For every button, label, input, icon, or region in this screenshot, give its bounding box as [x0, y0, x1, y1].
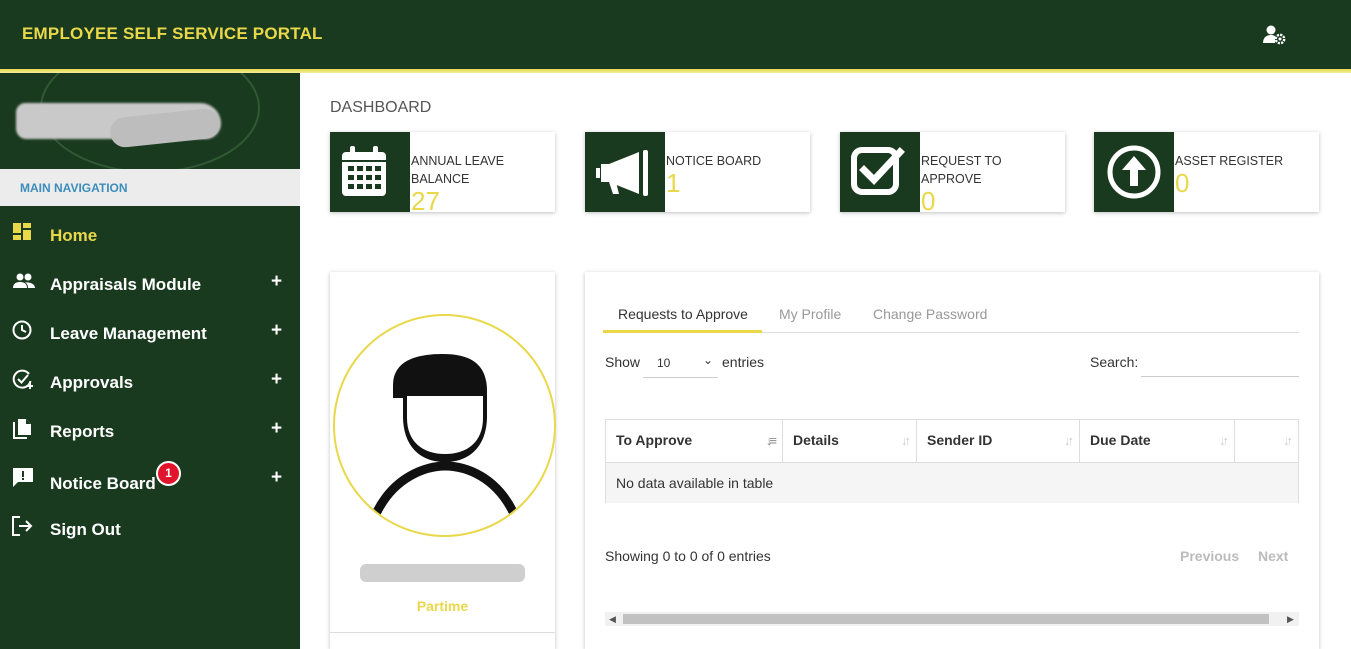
megaphone-icon	[585, 132, 665, 212]
employee-name-redacted	[360, 564, 525, 582]
tile-value: 27	[411, 186, 440, 216]
logo	[0, 73, 300, 169]
nav-header-label: MAIN NAVIGATION	[20, 181, 128, 195]
page-title: DASHBOARD	[330, 99, 432, 116]
chevron-down-icon: ⌄	[703, 353, 714, 367]
top-bar: EMPLOYEE SELF SERVICE PORTAL	[0, 0, 1351, 69]
table-info: Showing 0 to 0 of 0 entries	[605, 548, 771, 564]
tile-notice-board[interactable]: NOTICE BOARD 1	[585, 132, 810, 212]
user-gear-icon[interactable]	[1263, 24, 1287, 46]
employee-role: Partime	[416, 598, 469, 614]
page-size-select[interactable]: 10 ⌄	[643, 351, 718, 378]
scroll-left-icon[interactable]: ◀	[609, 612, 616, 626]
next-button[interactable]: Next	[1258, 548, 1288, 564]
tile-label: ASSET REGISTER	[1175, 154, 1284, 168]
expand-icon[interactable]: +	[271, 418, 282, 440]
tile-asset-register[interactable]: ASSET REGISTER 0	[1094, 132, 1319, 212]
sidebar-item-label: Home	[50, 226, 98, 245]
sidebar-item-approvals[interactable]: Approvals +	[0, 361, 300, 405]
tile-value: 1	[666, 168, 681, 198]
message-alert-icon	[12, 467, 34, 489]
tab-my-profile[interactable]: My Profile	[779, 306, 841, 322]
horizontal-scrollbar[interactable]: ◀ ▶	[605, 612, 1299, 626]
entries-label: entries	[722, 354, 765, 370]
notification-badge: 1	[156, 461, 181, 486]
sidebar-item-label: Approvals	[50, 373, 134, 392]
tile-value: 0	[921, 186, 936, 216]
nav-header: MAIN NAVIGATION	[0, 169, 300, 206]
show-label: Show	[605, 354, 641, 370]
people-icon	[12, 271, 35, 293]
search-input[interactable]	[1141, 349, 1299, 377]
logout-icon	[12, 516, 34, 538]
column-header-details[interactable]: Details ↓↑	[783, 420, 917, 462]
sort-icon: ↓↑	[1064, 433, 1074, 448]
sort-desc-icon: ↓≡	[765, 433, 777, 448]
requests-card: Requests to Approve My Profile Change Pa…	[585, 272, 1319, 649]
documents-icon	[12, 418, 34, 440]
previous-button[interactable]: Previous	[1180, 548, 1239, 564]
sidebar-item-leave[interactable]: Leave Management +	[0, 312, 300, 356]
tile-label: ANNUAL LEAVE BALANCE	[411, 154, 505, 186]
column-header-due-date[interactable]: Due Date ↓↑	[1080, 420, 1235, 462]
scrollbar-thumb[interactable]	[623, 614, 1269, 624]
expand-icon[interactable]: +	[271, 271, 282, 293]
requests-table: To Approve ↓≡ Details ↓↑ Sender ID ↓↑ Du…	[605, 419, 1299, 503]
empty-message: No data available in table	[616, 475, 774, 491]
tile-label: NOTICE BOARD	[666, 154, 762, 168]
divider	[330, 632, 555, 633]
sidebar-item-home[interactable]: Home	[0, 214, 300, 258]
sidebar-item-reports[interactable]: Reports +	[0, 410, 300, 454]
clock-icon	[12, 320, 34, 342]
sidebar-item-sign-out[interactable]: Sign Out	[0, 508, 300, 552]
sidebar-item-label: Leave Management	[50, 324, 207, 343]
sidebar-item-label: Sign Out	[50, 520, 121, 539]
sidebar: MAIN NAVIGATION Home Appraisals Module +…	[0, 73, 300, 649]
upload-circle-icon	[1094, 132, 1174, 212]
avatar	[333, 314, 556, 537]
expand-icon[interactable]: +	[271, 320, 282, 342]
sort-icon: ↓↑	[901, 433, 911, 448]
expand-icon[interactable]: +	[271, 467, 282, 489]
tile-annual-leave[interactable]: ANNUAL LEAVE BALANCE 27	[330, 132, 555, 216]
tab-change-password[interactable]: Change Password	[873, 306, 987, 322]
tab-bar: Requests to Approve My Profile Change Pa…	[603, 300, 1299, 333]
tab-requests-to-approve[interactable]: Requests to Approve	[618, 306, 748, 322]
expand-icon[interactable]: +	[271, 369, 282, 391]
column-header-extra[interactable]: ↓↑	[1235, 420, 1298, 462]
check-circle-icon	[12, 369, 34, 391]
sort-icon: ↓↑	[1283, 433, 1293, 448]
app-title: EMPLOYEE SELF SERVICE PORTAL	[22, 24, 323, 43]
tile-value: 0	[1175, 168, 1190, 198]
sidebar-item-label: Appraisals Module	[50, 275, 202, 294]
page-size-value: 10	[657, 356, 671, 370]
calendar-icon	[330, 132, 410, 212]
sidebar-item-notice-board[interactable]: Notice Board 1 +	[0, 459, 300, 503]
column-header-to-approve[interactable]: To Approve ↓≡	[606, 420, 783, 462]
checkbox-icon	[840, 132, 920, 212]
tile-label: REQUEST TO APPROVE	[921, 154, 1002, 186]
sort-icon: ↓↑	[1219, 433, 1229, 448]
sidebar-item-label: Reports	[50, 422, 115, 441]
profile-card: Partime	[330, 272, 556, 649]
active-tab-indicator	[603, 330, 762, 333]
search-label: Search:	[1090, 354, 1139, 370]
scroll-right-icon[interactable]: ▶	[1287, 612, 1294, 626]
empty-row: No data available in table	[606, 462, 1298, 503]
tile-request-to-approve[interactable]: REQUEST TO APPROVE 0	[840, 132, 1065, 216]
sidebar-item-label: Notice Board	[50, 474, 156, 493]
sidebar-item-appraisals[interactable]: Appraisals Module +	[0, 263, 300, 307]
dashboard-icon	[12, 222, 34, 244]
column-header-sender-id[interactable]: Sender ID ↓↑	[917, 420, 1080, 462]
